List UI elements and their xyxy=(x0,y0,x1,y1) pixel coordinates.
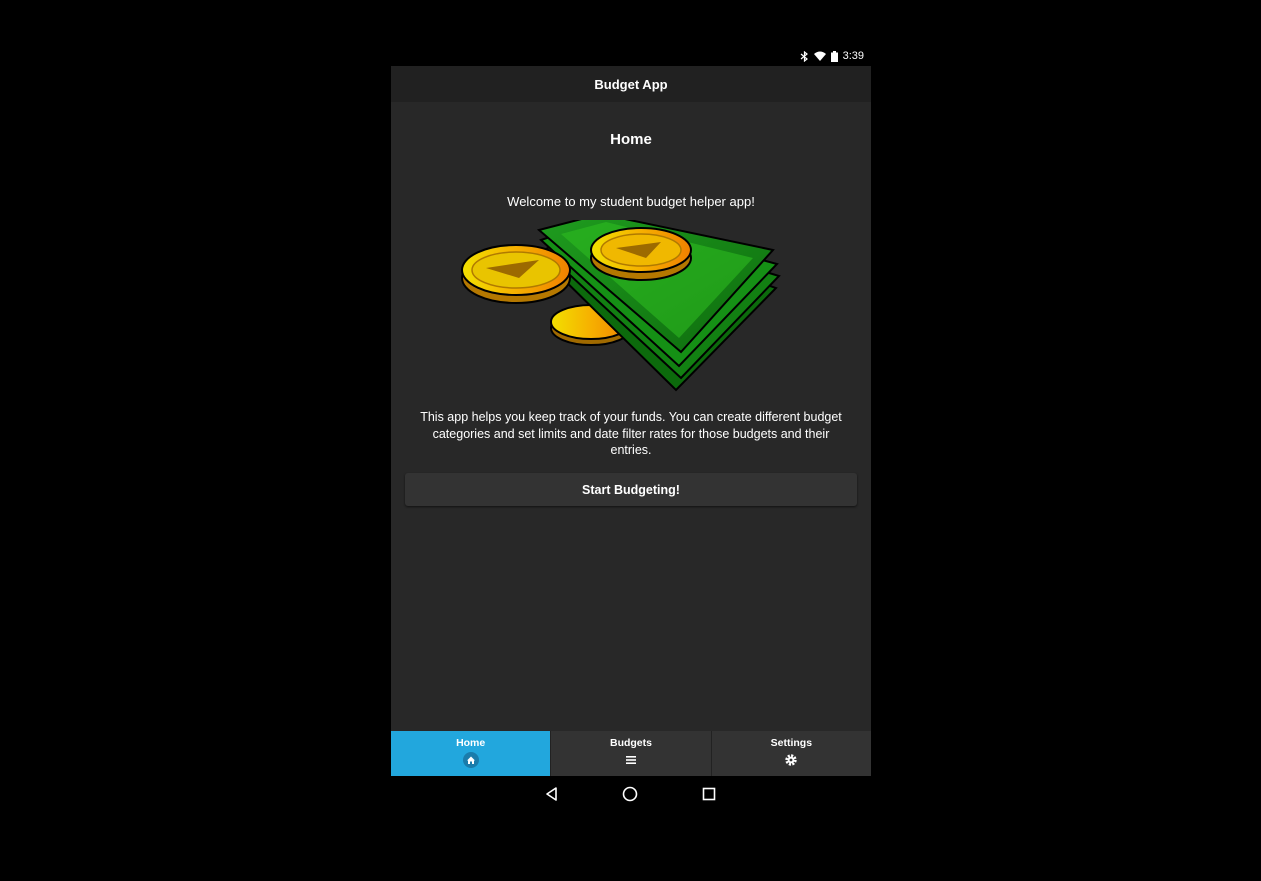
welcome-text: Welcome to my student budget helper app! xyxy=(507,194,755,209)
bluetooth-icon xyxy=(800,50,809,62)
recents-icon[interactable] xyxy=(701,786,717,807)
system-nav-bar xyxy=(391,776,871,816)
page-title: Home xyxy=(610,131,652,148)
status-time: 3:39 xyxy=(842,50,864,62)
list-icon xyxy=(623,752,639,771)
tab-budgets-label: Budgets xyxy=(609,737,652,749)
description-text: This app helps you keep track of your fu… xyxy=(420,410,842,457)
tab-settings-label: Settings xyxy=(770,737,813,749)
wifi-icon xyxy=(813,51,826,61)
status-bar: 3:39 xyxy=(391,46,871,66)
gear-icon xyxy=(783,752,799,771)
home-circle-icon[interactable] xyxy=(622,786,638,807)
home-page: Home Welcome to my student budget helper… xyxy=(391,102,871,731)
app-bar: Budget App xyxy=(391,66,871,102)
home-icon xyxy=(462,752,479,771)
start-budgeting-button[interactable]: Start Budgeting! xyxy=(405,473,857,506)
tab-home-label: Home xyxy=(456,737,486,749)
tab-home[interactable]: Home xyxy=(391,731,551,776)
battery-icon xyxy=(830,50,838,62)
back-icon[interactable] xyxy=(544,786,560,807)
tab-budgets[interactable]: Budgets xyxy=(550,731,711,776)
bottom-nav: Home Budgets Settings xyxy=(391,731,871,776)
money-illustration xyxy=(461,212,791,400)
app-title: Budget App xyxy=(594,76,668,92)
start-budgeting-label: Start Budgeting! xyxy=(582,482,680,497)
tab-settings[interactable]: Settings xyxy=(710,731,871,776)
